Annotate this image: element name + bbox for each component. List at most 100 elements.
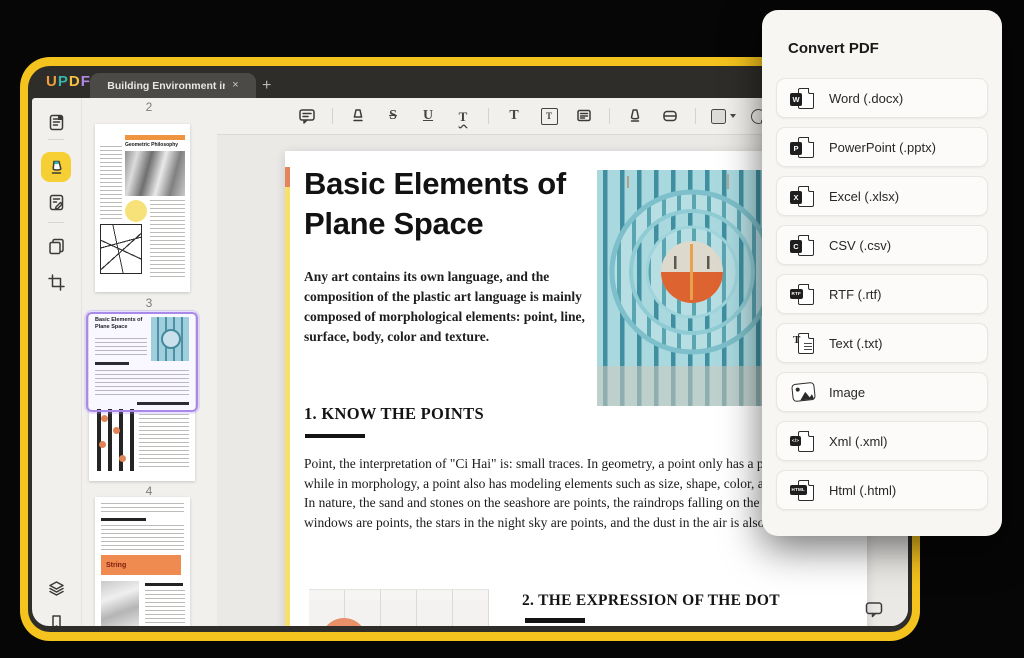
page-number: 2 (81, 100, 217, 114)
thumbnail-panel: 2 Geometric Philosophy 3 Basic Elements … (81, 98, 217, 626)
convert-option-excel[interactable]: X Excel (.xlsx) (776, 176, 988, 216)
toolbar-divider (488, 108, 489, 124)
convert-option-csv[interactable]: C CSV (.csv) (776, 225, 988, 265)
page-accent-yellow (285, 187, 290, 626)
thumb-dot (101, 415, 108, 422)
page-thumbnail-2[interactable]: Geometric Philosophy (95, 124, 190, 292)
layers-icon[interactable] (44, 576, 68, 600)
page-title: Basic Elements of Plane Space (304, 164, 604, 244)
visible-area-indicator[interactable] (86, 312, 198, 412)
text-icon[interactable]: T (504, 106, 524, 126)
thumb-image (101, 581, 139, 626)
underline-icon[interactable]: U (418, 106, 438, 126)
section2-underline (525, 618, 585, 623)
thumb-sketch (100, 224, 142, 274)
pen-icon[interactable] (625, 106, 645, 126)
powerpoint-file-icon: P (790, 135, 816, 159)
reader-icon[interactable] (44, 110, 68, 134)
thumb-dot (119, 455, 126, 462)
convert-option-text[interactable]: T Text (.txt) (776, 323, 988, 363)
thumb-heading (101, 518, 146, 521)
convert-option-powerpoint[interactable]: P PowerPoint (.pptx) (776, 127, 988, 167)
rtf-file-icon: RTF (790, 282, 816, 306)
toolbar-divider (332, 108, 333, 124)
tool-sidebar (32, 98, 82, 626)
thumb-circle (125, 200, 147, 222)
convert-option-label: Html (.html) (829, 483, 896, 498)
screen: { "window": { "brand_letters": [ {"ch": … (0, 0, 1024, 658)
toolbar-divider (695, 108, 696, 124)
html-file-icon: HTML (790, 478, 816, 502)
tiles-orange-circle (321, 618, 367, 626)
section1-heading: 1. KNOW THE POINTS (304, 404, 484, 424)
thumb-heading (145, 583, 183, 586)
text-file-icon: T (790, 331, 816, 355)
comment-icon[interactable] (297, 106, 317, 126)
thumb-text-block (101, 503, 184, 513)
comment-edit-icon[interactable] (44, 190, 68, 214)
xml-file-icon: </> (790, 429, 816, 453)
square-shape-icon[interactable] (711, 109, 736, 124)
section1-underline (305, 434, 365, 438)
new-tab-button[interactable]: + (262, 78, 271, 94)
logo-letter: P (58, 73, 69, 90)
convert-pdf-panel: Convert PDF W Word (.docx) P PowerPoint … (762, 10, 1002, 536)
csv-file-icon: C (790, 233, 816, 257)
toolbar-divider (609, 108, 610, 124)
page-number: 3 (81, 296, 217, 310)
convert-option-rtf[interactable]: RTF RTF (.rtf) (776, 274, 988, 314)
logo-letter: D (69, 73, 81, 90)
convert-option-label: CSV (.csv) (829, 238, 891, 253)
page-thumbnail-3-selected[interactable]: Basic Elements of Plane Space (89, 311, 195, 481)
convert-option-word[interactable]: W Word (.docx) (776, 78, 988, 118)
bookmark-icon[interactable] (44, 610, 68, 626)
updf-logo: UPDF (46, 73, 91, 90)
thumb-dot (99, 441, 106, 448)
document-tab[interactable]: Building Environment infor × (90, 73, 256, 98)
convert-option-label: Image (829, 385, 865, 400)
section1-paragraph: Point, the interpretation of "Ci Hai" is… (304, 454, 834, 532)
convert-option-label: Xml (.xml) (829, 434, 888, 449)
section2-heading: 2. THE EXPRESSION OF THE DOT (522, 592, 780, 610)
thumb-text-block (100, 146, 122, 221)
excel-file-icon: X (790, 184, 816, 208)
squiggly-underline-icon[interactable]: T (453, 106, 473, 126)
convert-option-label: Text (.txt) (829, 336, 882, 351)
highlighter-icon[interactable] (348, 106, 368, 126)
chevron-down-icon (730, 114, 736, 118)
convert-panel-title: Convert PDF (788, 40, 879, 57)
thumb-banner: String (101, 555, 181, 575)
sidebar-item-annotate-active[interactable] (41, 152, 71, 182)
page-number: 4 (81, 484, 217, 498)
intro-paragraph: Any art contains its own language, and t… (304, 267, 594, 347)
thumb-text-block (150, 200, 185, 280)
thumb-text-block (139, 410, 189, 470)
crop-icon[interactable] (44, 270, 68, 294)
thumb-text-block (145, 590, 185, 626)
eraser-icon[interactable] (660, 106, 680, 126)
highlighter-icon (47, 158, 66, 177)
tab-title: Building Environment infor (107, 80, 225, 92)
page-thumbnail-4[interactable]: String (95, 497, 190, 626)
sidebar-divider (48, 139, 64, 140)
organize-pages-icon[interactable] (44, 234, 68, 258)
page-accent-orange (285, 167, 290, 187)
word-file-icon: W (790, 86, 816, 110)
image-file-icon (790, 380, 816, 404)
strikethrough-icon[interactable]: S (383, 106, 403, 126)
textbox-icon[interactable]: T (539, 106, 559, 126)
thumb-title: Geometric Philosophy (125, 142, 185, 148)
convert-option-xml[interactable]: </> Xml (.xml) (776, 421, 988, 461)
callout-icon[interactable] (574, 106, 594, 126)
logo-letter: U (46, 73, 58, 90)
thumb-banner-label: String (101, 562, 126, 569)
convert-option-image[interactable]: Image (776, 372, 988, 412)
thumb-image (125, 151, 185, 196)
thumb-dot (113, 427, 120, 434)
tiles-photo (309, 589, 489, 626)
page-comment-icon[interactable] (864, 600, 886, 620)
thumb-text-block (101, 525, 184, 551)
tab-close-icon[interactable]: × (232, 80, 238, 91)
convert-format-list: W Word (.docx) P PowerPoint (.pptx) X Ex… (776, 78, 988, 519)
convert-option-html[interactable]: HTML Html (.html) (776, 470, 988, 510)
